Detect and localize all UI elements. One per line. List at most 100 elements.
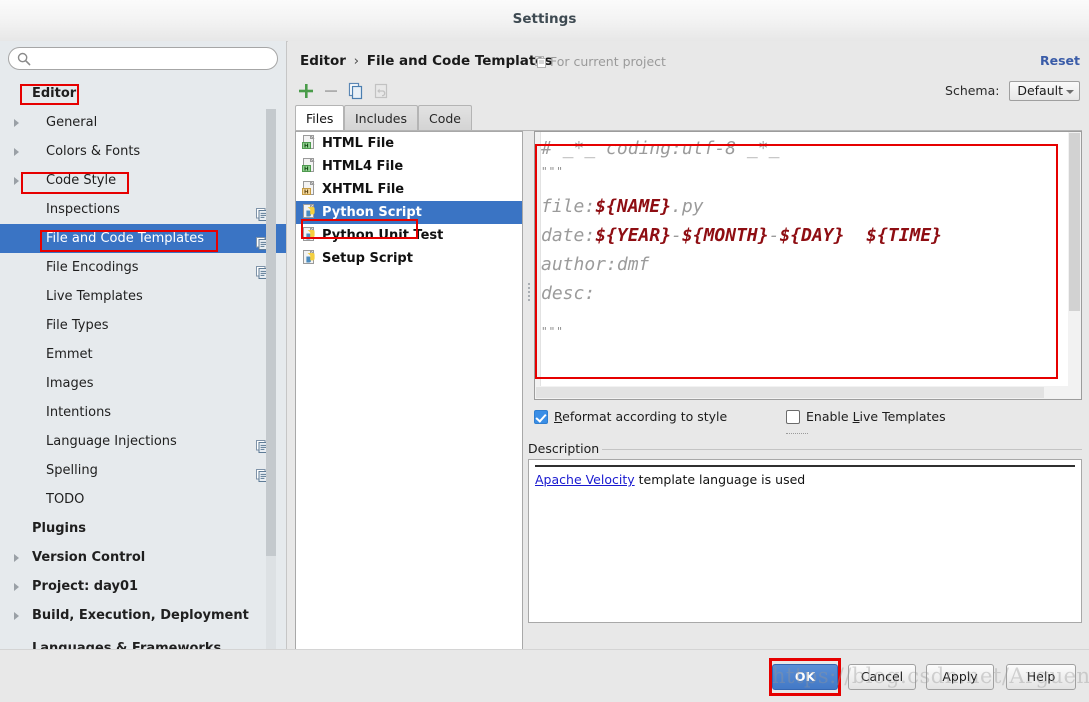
enable-live-templates-checkbox[interactable] — [786, 410, 800, 424]
reset-template-button[interactable] — [369, 79, 393, 103]
sidebar-item-label: Editor — [32, 86, 77, 101]
sidebar-item-file-types[interactable]: File Types — [0, 311, 287, 340]
sidebar-item-images[interactable]: Images — [0, 369, 287, 398]
template-list-item[interactable]: H HTML File — [296, 132, 522, 155]
sidebar-item-build-execution-deployment[interactable]: Build, Execution, Deployment — [0, 601, 287, 630]
template-list-item-label: Python Script — [322, 205, 422, 220]
sidebar-item-spelling[interactable]: Spelling — [0, 456, 287, 485]
sidebar-item-plugins[interactable]: Plugins — [0, 514, 287, 543]
code-text: date: — [541, 225, 596, 246]
cancel-button[interactable]: Cancel — [848, 664, 916, 690]
breadcrumb-leaf: File and Code Templates — [366, 53, 553, 69]
chevron-right-icon — [14, 583, 19, 591]
sidebar-item-label: Intentions — [46, 405, 112, 420]
editor-hscrollbar-thumb[interactable] — [536, 387, 1044, 398]
sidebar-item-language-injections[interactable]: Language Injections — [0, 427, 287, 456]
code-text: - — [768, 225, 780, 246]
sidebar-item-file-and-code-templates[interactable]: File and Code Templates — [0, 224, 287, 253]
sidebar-item-label: File and Code Templates — [46, 231, 204, 246]
enable-live-templates-label[interactable]: Enable Live Templates — [806, 409, 946, 424]
code-text: .py — [671, 196, 704, 217]
sidebar-item-label: Emmet — [46, 347, 93, 362]
code-text: - — [671, 225, 682, 246]
description-text: Apache Velocity template language is use… — [535, 472, 805, 487]
schema-label: Schema: — [945, 83, 1000, 98]
template-variable: ${TIME} — [866, 225, 943, 246]
splitter-handle[interactable] — [524, 281, 533, 301]
template-variable: ${DAY} — [779, 225, 845, 246]
description-group-title: Description — [528, 441, 606, 456]
editor-line: """ — [541, 163, 1081, 177]
sidebar-item-project-day01[interactable]: Project: day01 — [0, 572, 287, 601]
search-input[interactable] — [36, 50, 272, 70]
settings-dialog: Settings Editor General Colors & Fonts Code… — [0, 0, 1089, 702]
sidebar-item-inspections[interactable]: Inspections — [0, 195, 287, 224]
sidebar-item-code-style[interactable]: Code Style — [0, 166, 287, 195]
sidebar-item-live-templates[interactable]: Live Templates — [0, 282, 287, 311]
description-box: Apache Velocity template language is use… — [528, 459, 1082, 623]
editor-line: # _*_ coding:utf-8 _*_ — [541, 138, 780, 159]
tab-includes[interactable]: Includes — [344, 105, 419, 130]
copy-template-button[interactable] — [344, 79, 368, 103]
apache-velocity-link[interactable]: Apache Velocity — [535, 472, 635, 487]
sidebar-item-label: Live Templates — [46, 289, 143, 304]
chevron-right-icon — [14, 612, 19, 620]
sidebar-item-intentions[interactable]: Intentions — [0, 398, 287, 427]
reset-link[interactable]: Reset — [1040, 53, 1080, 68]
settings-tree: Editor General Colors & Fonts Code Style Ins… — [0, 79, 287, 649]
sidebar-scrollbar-thumb[interactable] — [266, 109, 276, 556]
scope-note: For current project — [550, 54, 666, 69]
help-button[interactable]: Help — [1006, 664, 1076, 690]
sidebar-item-label: Images — [46, 376, 94, 391]
sidebar-item-label: Language Injections — [46, 434, 177, 449]
sidebar-item-editor[interactable]: Editor — [0, 79, 287, 108]
editor-line: desc: — [541, 283, 596, 304]
editor-line: date:${YEAR}-${MONTH}-${DAY} ${TIME} — [541, 221, 1081, 250]
schema-select-value: Default — [1017, 83, 1063, 98]
template-list-item[interactable]: Python Unit Test — [296, 224, 522, 247]
sidebar-item-label: Colors & Fonts — [46, 144, 141, 159]
code-text: file: — [541, 196, 596, 217]
add-template-button[interactable] — [294, 79, 318, 103]
python-file-icon — [302, 226, 316, 242]
template-list-item[interactable]: Setup Script — [296, 247, 522, 270]
sidebar-item-general[interactable]: General — [0, 108, 287, 137]
remove-template-button[interactable] — [319, 79, 343, 103]
tab-files[interactable]: Files — [295, 105, 345, 131]
breadcrumb-root[interactable]: Editor — [300, 53, 346, 69]
search-box[interactable] — [8, 47, 278, 70]
schema-select[interactable]: Default — [1009, 81, 1080, 101]
template-list-item[interactable]: Python Script — [296, 201, 522, 224]
apply-button[interactable]: Apply — [926, 664, 994, 690]
chevron-down-icon — [1066, 90, 1074, 94]
sidebar-item-colors-fonts[interactable]: Colors & Fonts — [0, 137, 287, 166]
reformat-checkbox[interactable] — [534, 410, 548, 424]
tab-code[interactable]: Code — [418, 105, 473, 130]
ok-button[interactable]: OK — [772, 664, 838, 690]
sidebar-item-version-control[interactable]: Version Control — [0, 543, 287, 572]
template-editor[interactable]: # _*_ coding:utf-8 _*_ """ file:${NAME}.p… — [534, 131, 1082, 400]
editor-vscrollbar-thumb[interactable] — [1069, 133, 1080, 311]
sidebar-item-languages-frameworks[interactable]: Languages & Frameworks — [0, 640, 287, 649]
template-list-item[interactable]: H XHTML File — [296, 178, 522, 201]
python-file-icon — [302, 203, 316, 219]
reformat-checkbox-label[interactable]: Reformat according to style — [554, 409, 727, 424]
editor-code-area[interactable]: # _*_ coding:utf-8 _*_ """ file:${NAME}.p… — [541, 134, 1081, 337]
window-title: Settings — [512, 11, 577, 27]
sidebar-item-file-encodings[interactable]: File Encodings — [0, 253, 287, 282]
chevron-right-icon — [14, 177, 19, 185]
template-options-row: Reformat according to style Enable Live … — [534, 407, 1082, 434]
description-group: Description Apache Velocity template lan… — [528, 441, 1082, 623]
sidebar-item-todo[interactable]: TODO — [0, 485, 287, 514]
html-file-icon: H — [302, 157, 316, 173]
template-list-item[interactable]: H HTML4 File — [296, 155, 522, 178]
sidebar-cutoff-row: Languages & Frameworks — [0, 640, 287, 649]
search-field-wrap — [8, 47, 278, 70]
breadcrumb: Editor › File and Code Templates — [300, 53, 553, 69]
template-list: H HTML File H HTML4 File H XHTML File Python S… — [295, 131, 523, 674]
sidebar-item-emmet[interactable]: Emmet — [0, 340, 287, 369]
sidebar-divider — [286, 41, 287, 649]
sidebar-item-label: Inspections — [46, 202, 120, 217]
